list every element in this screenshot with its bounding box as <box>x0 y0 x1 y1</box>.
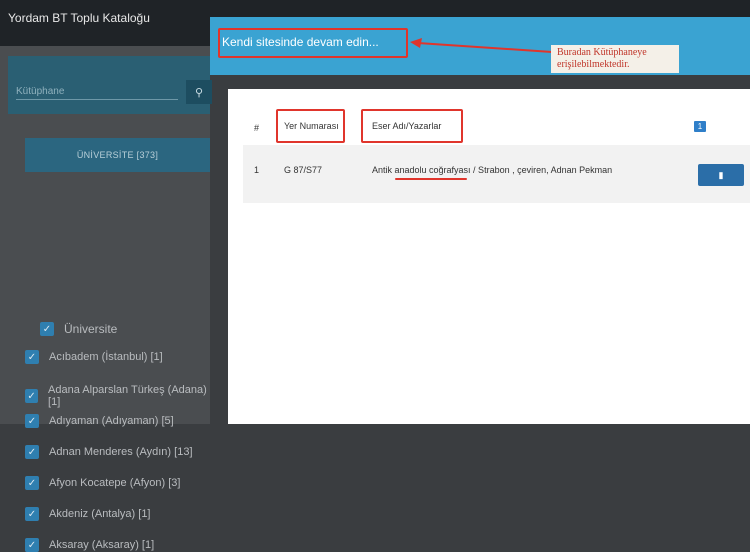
filter-item[interactable]: ✓ Aksaray (Aksaray) [1] <box>25 538 154 552</box>
column-header-call-number: Yer Numarası <box>284 121 339 131</box>
annotation-underline <box>395 178 467 180</box>
filter-item[interactable]: ✓ Adnan Menderes (Aydın) [13] <box>25 445 193 459</box>
filter-item-label: Adıyaman (Adıyaman) [5] <box>49 415 174 427</box>
annotation-callout: Buradan Kütüphaneye erişilebilmektedir. <box>551 45 679 73</box>
checkbox-icon[interactable]: ✓ <box>25 538 39 552</box>
column-header-number: # <box>254 123 260 133</box>
result-count-badge: 1 <box>694 121 706 132</box>
checkbox-icon[interactable]: ✓ <box>25 476 39 490</box>
filter-item[interactable]: ✓ Adana Alparslan Türkeş (Adana) [1] <box>25 384 210 408</box>
filter-item-label: Adana Alparslan Türkeş (Adana) [1] <box>48 384 207 408</box>
library-search-panel: ⚲ <box>8 56 212 114</box>
app-title: Yordam BT Toplu Kataloğu <box>8 11 150 25</box>
checkbox-icon[interactable]: ✓ <box>25 350 39 364</box>
annotation-arrow-icon <box>410 38 553 53</box>
library-search-input[interactable] <box>16 84 178 100</box>
row-call-number: G 87/S77 <box>284 165 323 175</box>
filter-item-label: Acıbadem (İstanbul) [1] <box>49 351 163 363</box>
search-icon: ⚲ <box>194 86 204 99</box>
filter-group-universite[interactable]: ✓ Üniversite <box>40 322 117 336</box>
checkbox-icon[interactable]: ✓ <box>40 322 54 336</box>
checkbox-icon[interactable]: ✓ <box>25 445 39 459</box>
checkbox-icon[interactable]: ✓ <box>25 507 39 521</box>
checkbox-icon[interactable]: ✓ <box>25 414 39 428</box>
filter-item[interactable]: ✓ Acıbadem (İstanbul) [1] <box>25 350 163 364</box>
annotation-highlight-box <box>218 28 408 58</box>
filter-item[interactable]: ✓ Afyon Kocatepe (Afyon) [3] <box>25 476 180 490</box>
filter-item-label: Afyon Kocatepe (Afyon) [3] <box>49 477 181 489</box>
filter-item[interactable]: ✓ Adıyaman (Adıyaman) [5] <box>25 414 174 428</box>
filter-item-label: Aksaray (Aksaray) [1] <box>49 539 155 551</box>
sidebar: ⚲ ÜNİVERSİTE [373] <box>0 46 212 424</box>
record-detail-button[interactable]: ▮ <box>698 164 744 186</box>
row-number: 1 <box>254 165 260 175</box>
row-title-authors: Antik anadolu coğrafyası / Strabon , çev… <box>372 165 613 175</box>
column-header-title-authors: Eser Adı/Yazarlar <box>372 121 442 131</box>
document-icon: ▮ <box>718 169 724 180</box>
filter-item-label: Adnan Menderes (Aydın) [13] <box>49 446 193 458</box>
filter-group-label: Üniversite <box>64 322 118 336</box>
search-button[interactable]: ⚲ <box>186 80 212 104</box>
university-category-button[interactable]: ÜNİVERSİTE [373] <box>25 138 210 172</box>
filter-item-label: Akdeniz (Antalya) [1] <box>49 508 151 520</box>
checkbox-icon[interactable]: ✓ <box>25 389 39 403</box>
filter-item[interactable]: ✓ Akdeniz (Antalya) [1] <box>25 507 151 521</box>
